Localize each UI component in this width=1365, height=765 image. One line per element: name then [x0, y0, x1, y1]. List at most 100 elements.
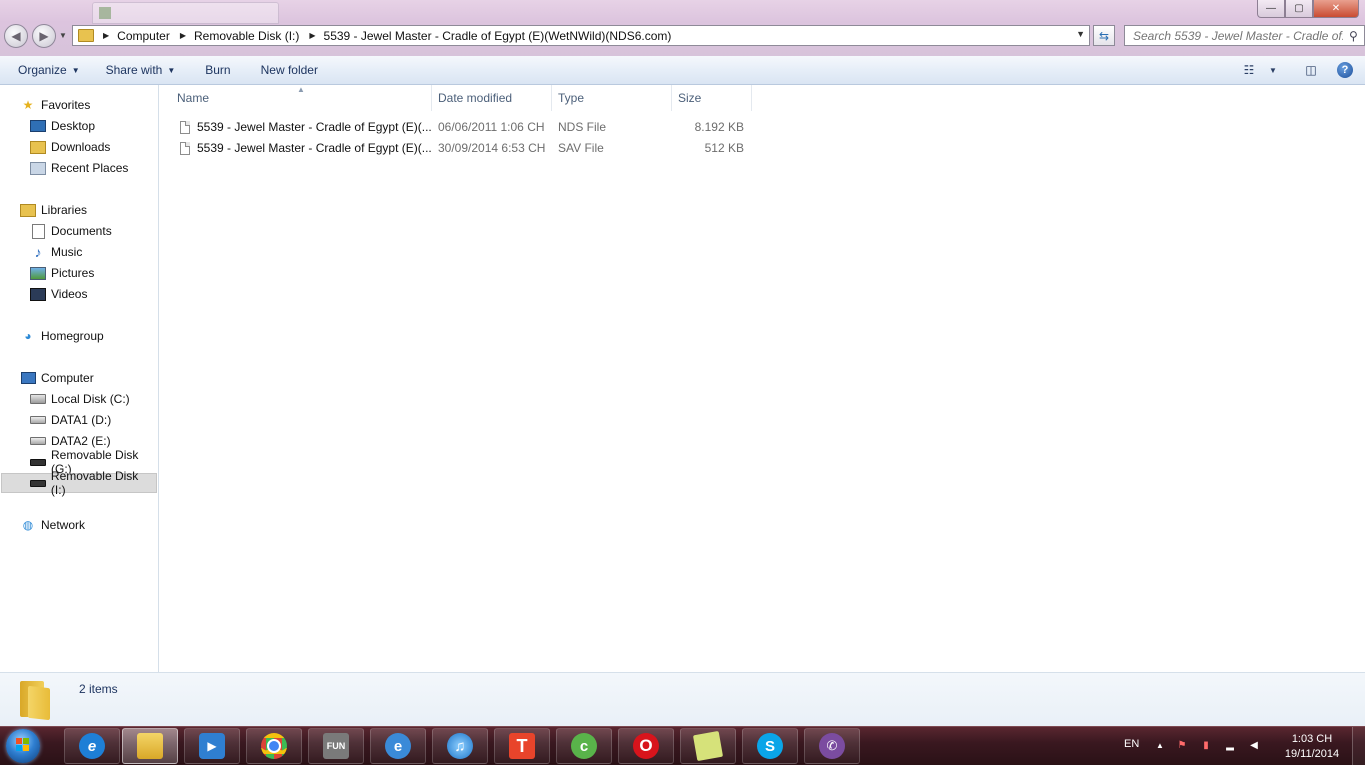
- taskbar-t-app[interactable]: T: [494, 728, 550, 764]
- breadcrumb-current-folder[interactable]: ▶ 5539 - Jewel Master - Cradle of Egypt (…: [299, 29, 671, 43]
- address-bar[interactable]: ▶ Computer ▶ Removable Disk (I:) ▶ 5539 - J…: [72, 25, 1090, 46]
- item-count: 2 items: [79, 682, 118, 696]
- show-hidden-icons-icon[interactable]: ▲: [1154, 739, 1166, 751]
- drive-icon: [30, 413, 46, 427]
- new-folder-button[interactable]: New folder: [261, 63, 318, 77]
- nav-favorites[interactable]: ★ Favorites: [20, 95, 156, 115]
- network-signal-icon[interactable]: ▂: [1224, 739, 1236, 751]
- taskbar-viber[interactable]: ✆: [804, 728, 860, 764]
- organize-button[interactable]: Organize ▼: [18, 63, 80, 77]
- breadcrumb-arrow-icon[interactable]: ▶: [103, 31, 109, 40]
- taskbar-opera[interactable]: O: [618, 728, 674, 764]
- homegroup-icon: ◕: [24, 329, 32, 343]
- back-arrow-icon: ◀: [11, 29, 21, 43]
- maximize-button[interactable]: ▢: [1285, 0, 1313, 18]
- recent-places-icon: [30, 161, 46, 175]
- search-icon[interactable]: ⚲: [1349, 29, 1358, 43]
- preview-pane-icon[interactable]: ◫: [1301, 61, 1321, 79]
- back-button[interactable]: ◀: [4, 24, 28, 48]
- address-dropdown-icon[interactable]: ▼: [1076, 29, 1085, 39]
- view-controls: ☷ ▼ ◫ ?: [1229, 61, 1355, 79]
- viber-icon: ✆: [819, 733, 845, 759]
- taskbar-internet-explorer[interactable]: e: [64, 728, 120, 764]
- details-pane: 2 items: [0, 672, 1365, 726]
- nav-network[interactable]: ◍ Network: [20, 515, 156, 535]
- desktop-icon: [30, 119, 46, 133]
- nav-local-disk-c[interactable]: Local Disk (C:): [30, 389, 156, 409]
- taskbar-windows-explorer[interactable]: [122, 728, 178, 764]
- taskbar-fun-app[interactable]: FUN: [308, 728, 364, 764]
- language-indicator[interactable]: EN: [1124, 738, 1139, 750]
- nav-downloads[interactable]: Downloads: [30, 137, 156, 157]
- nav-data1-d[interactable]: DATA1 (D:): [30, 410, 156, 430]
- column-header-type[interactable]: Type: [552, 85, 672, 111]
- file-row[interactable]: 5539 - Jewel Master - Cradle of Egypt (E…: [177, 138, 757, 158]
- search-box[interactable]: ⚲: [1124, 25, 1365, 46]
- downloads-folder-icon: [30, 140, 46, 154]
- burn-button[interactable]: Burn: [205, 63, 230, 77]
- sort-ascending-icon: ▲: [297, 85, 305, 94]
- show-desktop-button[interactable]: [1352, 727, 1365, 765]
- nav-recent-places[interactable]: Recent Places: [30, 158, 156, 178]
- nav-removable-i[interactable]: Removable Disk (I:): [1, 469, 157, 497]
- navigation-pane: ★ Favorites Desktop Downloads Recent Plac…: [0, 85, 159, 672]
- music-note-icon: ♪: [34, 244, 42, 260]
- power-icon[interactable]: ▮: [1200, 739, 1212, 751]
- nav-documents[interactable]: Documents: [30, 221, 156, 241]
- share-with-button[interactable]: Share with ▼: [106, 63, 176, 77]
- drive-icon: [30, 434, 46, 448]
- breadcrumb-computer[interactable]: ▶ Computer: [100, 29, 170, 43]
- column-header-size[interactable]: Size: [672, 85, 752, 111]
- help-icon: ?: [1337, 62, 1353, 78]
- minimize-button[interactable]: —: [1257, 0, 1285, 18]
- nav-videos[interactable]: Videos: [30, 284, 156, 304]
- window-app-icon: [99, 7, 111, 19]
- chevron-down-icon: ▼: [167, 65, 176, 75]
- system-drive-icon: [30, 392, 46, 406]
- nav-music[interactable]: ♪ Music: [30, 242, 156, 262]
- skype-icon: S: [757, 733, 783, 759]
- column-header-date-modified[interactable]: Date modified: [432, 85, 552, 111]
- file-row[interactable]: 5539 - Jewel Master - Cradle of Egypt (E…: [177, 117, 757, 137]
- help-button[interactable]: ?: [1335, 61, 1355, 79]
- view-options-icon[interactable]: ☷: [1239, 61, 1259, 79]
- file-icon: [180, 141, 190, 155]
- taskbar-sticky-notes[interactable]: [680, 728, 736, 764]
- file-icon: [180, 120, 190, 134]
- fun-app-icon: FUN: [323, 733, 349, 759]
- action-center-icon[interactable]: ⚑: [1176, 739, 1188, 751]
- taskbar-itunes[interactable]: ♫: [432, 728, 488, 764]
- file-list: Name ▲ Date modified Type Size 5539 - Je…: [159, 85, 1365, 672]
- start-button[interactable]: [6, 729, 40, 763]
- taskbar-coccoc[interactable]: c: [556, 728, 612, 764]
- forward-button[interactable]: ▶: [32, 24, 56, 48]
- search-input[interactable]: [1131, 27, 1345, 44]
- nav-libraries[interactable]: Libraries: [20, 200, 156, 220]
- view-dropdown-icon[interactable]: ▼: [1263, 61, 1283, 79]
- volume-icon[interactable]: ◀: [1248, 739, 1260, 751]
- nav-pictures[interactable]: Pictures: [30, 263, 156, 283]
- refresh-button[interactable]: ⇆: [1093, 25, 1115, 46]
- taskbar-media-player[interactable]: ▶: [184, 728, 240, 764]
- close-button[interactable]: ✕: [1313, 0, 1359, 18]
- nav-desktop[interactable]: Desktop: [30, 116, 156, 136]
- breadcrumb-removable-disk[interactable]: ▶ Removable Disk (I:): [170, 29, 300, 43]
- breadcrumb-arrow-icon[interactable]: ▶: [309, 31, 315, 40]
- videos-icon: [30, 287, 46, 301]
- network-icon: ◍: [22, 518, 34, 532]
- command-bar: Organize ▼ Share with ▼ Burn New folder ☷ …: [0, 56, 1365, 85]
- window-controls: — ▢ ✕: [1257, 0, 1359, 18]
- internet-explorer-icon: e: [79, 733, 105, 759]
- browser-icon: e: [385, 733, 411, 759]
- taskbar-ie-alt[interactable]: e: [370, 728, 426, 764]
- title-bar: — ▢ ✕ ◀ ▶ ▼ ▶ Computer ▶ Removable Disk (I…: [0, 0, 1365, 56]
- system-clock[interactable]: 1:03 CH 19/11/2014: [1276, 732, 1348, 762]
- taskbar-chrome[interactable]: [246, 728, 302, 764]
- windows-logo-icon: [16, 738, 30, 752]
- coccoc-icon: c: [571, 733, 597, 759]
- taskbar-skype[interactable]: S: [742, 728, 798, 764]
- nav-computer[interactable]: Computer: [20, 368, 156, 388]
- recent-pages-dropdown[interactable]: ▼: [59, 31, 67, 40]
- breadcrumb-arrow-icon[interactable]: ▶: [180, 31, 186, 40]
- nav-homegroup[interactable]: ◕ Homegroup: [20, 326, 156, 346]
